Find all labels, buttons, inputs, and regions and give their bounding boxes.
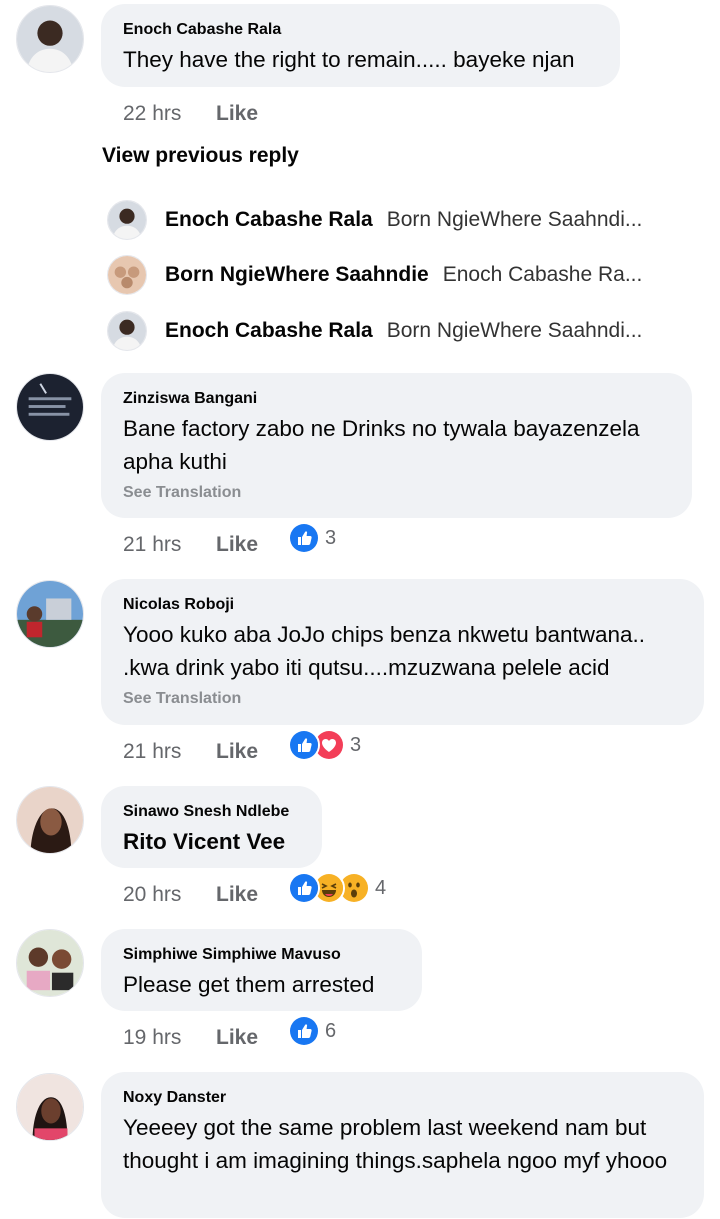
like-button[interactable]: Like [216,740,284,764]
comment-text: They have the right to remain..... bayek… [123,47,575,72]
avatar[interactable] [107,200,147,240]
reply-text: Born NgieWhere Saahndi... [386,208,643,231]
reply-item[interactable]: Enoch Cabashe Rala Born NgieWhere Saahnd… [107,311,642,351]
comment-meta: 21 hrs Like [123,529,284,561]
comment-bubble: Noxy Danster Yeeeey got the same problem… [101,1072,704,1218]
like-button[interactable]: Like [216,102,284,126]
comment-bubble: Sinawo Snesh Ndlebe Rito Vicent Vee [101,786,322,868]
reply-author[interactable]: Born NgieWhere Saahndie [165,263,429,287]
comment-author[interactable]: Zinziswa Bangani [123,388,670,409]
comment-author[interactable]: Simphiwe Simphiwe Mavuso [123,944,400,965]
comment-meta: 22 hrs Like [123,98,284,130]
reply-text: Born NgieWhere Saahndi... [386,319,643,342]
comment-text: Please get them arrested [123,972,375,997]
like-reaction-icon [288,729,320,761]
reaction-count: 4 [375,876,387,899]
comment-time[interactable]: 22 hrs [123,102,216,126]
avatar[interactable] [16,580,84,648]
like-button[interactable]: Like [216,1026,284,1050]
comment-author[interactable]: Nicolas Roboji [123,594,682,615]
comment-author[interactable]: Sinawo Snesh Ndlebe [123,801,300,822]
comment-time[interactable]: 20 hrs [123,883,216,907]
comment-bubble: Nicolas Roboji Yooo kuko aba JoJo chips … [101,579,704,725]
reaction-summary[interactable]: 6 [288,1015,336,1047]
comment-bubble: Simphiwe Simphiwe Mavuso Please get them… [101,929,422,1011]
like-reaction-icon [288,872,320,904]
reply-author[interactable]: Enoch Cabashe Rala [165,319,373,343]
comment-time[interactable]: 19 hrs [123,1026,216,1050]
reply-item[interactable]: Born NgieWhere Saahndie Enoch Cabashe Ra… [107,255,642,295]
like-button[interactable]: Like [216,533,284,557]
avatar[interactable] [107,255,147,295]
comment-bubble: Zinziswa Bangani Bane factory zabo ne Dr… [101,373,692,518]
see-translation-link[interactable]: See Translation [123,689,682,709]
comment-meta: 19 hrs Like [123,1022,284,1054]
comment-meta: 20 hrs Like [123,879,284,911]
comment-time[interactable]: 21 hrs [123,533,216,557]
comment-author[interactable]: Enoch Cabashe Rala [123,19,598,40]
view-previous-reply-link[interactable]: View previous reply [102,144,299,168]
reply-item[interactable]: Enoch Cabashe Rala Born NgieWhere Saahnd… [107,200,642,240]
like-reaction-icon [288,522,320,554]
reaction-summary[interactable]: 4 [288,872,386,904]
avatar[interactable] [16,786,84,854]
reply-author[interactable]: Enoch Cabashe Rala [165,208,373,232]
comment-bubble: Enoch Cabashe Rala They have the right t… [101,4,620,87]
see-translation-link[interactable]: See Translation [123,483,670,503]
like-reaction-icon [288,1015,320,1047]
avatar[interactable] [16,929,84,997]
reaction-summary[interactable]: 3 [288,729,361,761]
comment-meta: 21 hrs Like [123,736,284,768]
avatar[interactable] [107,311,147,351]
reaction-count: 6 [325,1019,337,1042]
comment-text: Bane factory zabo ne Drinks no tywala ba… [123,416,640,474]
reaction-summary[interactable]: 3 [288,522,336,554]
comment-text: Yooo kuko aba JoJo chips benza nkwetu ba… [123,622,646,680]
reply-text: Enoch Cabashe Ra... [442,263,643,286]
avatar[interactable] [16,373,84,441]
like-button[interactable]: Like [216,883,284,907]
comment-time[interactable]: 21 hrs [123,740,216,764]
reaction-count: 3 [350,733,362,756]
avatar[interactable] [16,1073,84,1141]
comment-author[interactable]: Noxy Danster [123,1087,682,1108]
avatar[interactable] [16,5,84,73]
reaction-count: 3 [325,526,337,549]
comment-text-mention[interactable]: Rito Vicent Vee [123,825,300,858]
comment-text: Yeeeey got the same problem last weekend… [123,1115,668,1173]
